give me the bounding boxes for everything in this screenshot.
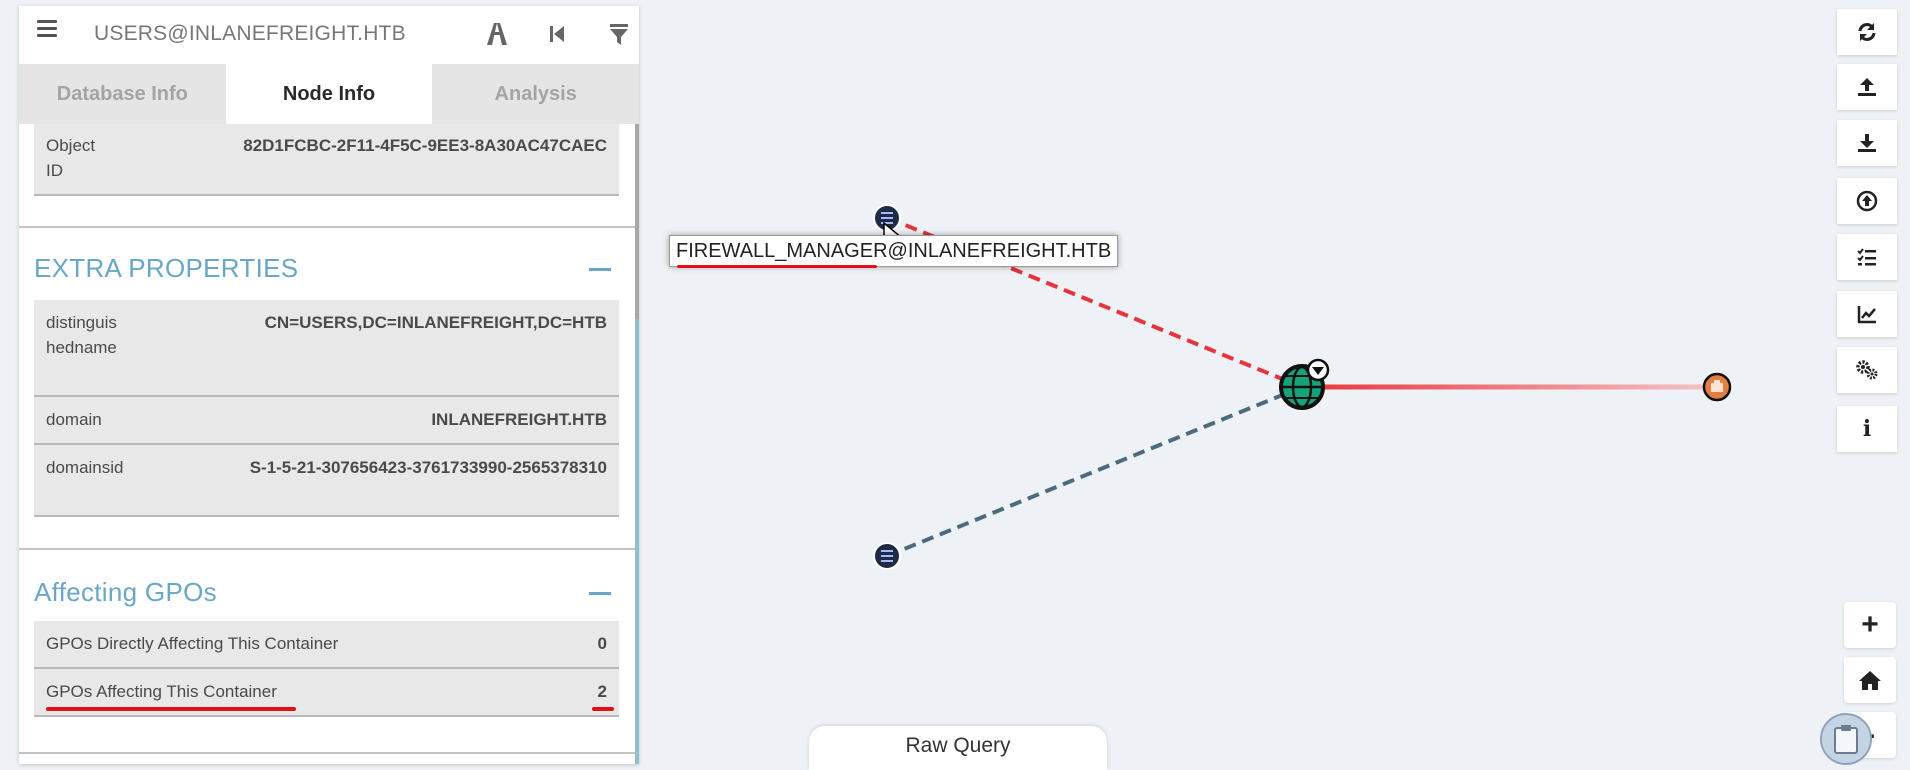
property-value: 0	[597, 634, 607, 653]
tab-database-info[interactable]: Database Info	[19, 64, 226, 124]
about-button[interactable]: i	[1837, 406, 1897, 452]
group-node-bottom[interactable]	[873, 542, 901, 570]
clipboard-button[interactable]	[1820, 713, 1872, 765]
task-list-icon	[1857, 248, 1876, 266]
clipboard-icon	[1834, 725, 1858, 754]
property-key: Object ID	[46, 136, 96, 180]
edge-red-dashed[interactable]	[887, 216, 1303, 389]
annotation-underline	[46, 707, 296, 711]
domain-node-globe-icon[interactable]	[1279, 358, 1330, 410]
node-info-content: Object ID 82D1FCBC-2F11-4F5C-9EE3-8A30AC…	[19, 124, 635, 764]
raw-query-toggle[interactable]: Raw Query	[809, 726, 1107, 770]
annotation-underline	[677, 265, 877, 268]
property-row-object-id: Object ID 82D1FCBC-2F11-4F5C-9EE3-8A30AC…	[34, 124, 619, 196]
section-title-affecting-gpos: Affecting GPOs	[34, 577, 217, 607]
section-divider	[19, 548, 635, 550]
filter-icon[interactable]	[605, 20, 633, 48]
property-value: CN=USERS,DC=INLANEFREIGHT,DC=HTB	[264, 313, 607, 332]
node-info-panel: USERS@INLANEFREIGHT.HTB Database Info No…	[19, 6, 639, 764]
collapse-affecting-gpos-icon[interactable]	[589, 592, 611, 595]
info-icon: i	[1862, 416, 1872, 442]
property-key: domain	[46, 410, 102, 429]
download-button[interactable]	[1837, 120, 1897, 166]
property-value: S-1-5-21-307656423-3761733990-2565378310	[249, 458, 607, 477]
property-key: distinguishedname	[46, 313, 117, 357]
settings-button[interactable]	[1837, 347, 1897, 393]
refresh-button[interactable]	[1837, 9, 1897, 55]
tab-bar: Database Info Node Info Analysis	[19, 64, 639, 124]
property-value: 2	[597, 682, 607, 701]
zoom-in-button[interactable]: +	[1844, 602, 1896, 648]
home-button[interactable]	[1844, 657, 1896, 703]
queries-button[interactable]	[1837, 234, 1897, 280]
settings-icon	[1856, 360, 1878, 380]
upload-button[interactable]	[1837, 64, 1897, 110]
section-title-extra-properties: EXTRA PROPERTIES	[34, 253, 299, 283]
tab-node-info[interactable]: Node Info	[225, 64, 433, 124]
section-divider	[19, 226, 635, 228]
property-row-domain: domain INLANEFREIGHT.HTB	[34, 397, 619, 445]
tab-analysis[interactable]: Analysis	[432, 64, 639, 124]
chart-line-icon	[1857, 306, 1876, 324]
circle-up-icon	[1856, 190, 1878, 212]
home-icon	[1859, 671, 1881, 690]
back-icon[interactable]	[543, 20, 571, 48]
ou-node-briefcase-icon[interactable]	[1702, 372, 1732, 402]
scrollbar-thumb[interactable]	[635, 124, 639, 319]
mouse-cursor-icon	[883, 221, 905, 252]
annotation-underline	[592, 707, 614, 711]
search-input[interactable]: USERS@INLANEFREIGHT.HTB	[94, 22, 406, 46]
property-key: GPOs Affecting This Container	[46, 682, 277, 701]
section-divider	[19, 752, 635, 754]
upload-icon	[1858, 78, 1876, 96]
property-row-distinguishedname: distinguishedname CN=USERS,DC=INLANEFREI…	[34, 300, 619, 397]
chart-button[interactable]	[1837, 291, 1897, 337]
search-bar: USERS@INLANEFREIGHT.HTB	[19, 6, 639, 65]
collapse-extra-properties-icon[interactable]	[589, 268, 611, 271]
pathfinding-icon[interactable]	[483, 20, 511, 48]
group-node-top[interactable]	[873, 204, 901, 232]
plus-icon: +	[1861, 608, 1879, 641]
hamburger-menu-icon[interactable]	[37, 20, 57, 38]
download-icon	[1858, 134, 1876, 152]
property-value: INLANEFREIGHT.HTB	[431, 410, 607, 429]
edge-blue-dashed[interactable]	[886, 385, 1303, 558]
import-button[interactable]	[1837, 178, 1897, 224]
property-row-domainsid: domainsid S-1-5-21-307656423-3761733990-…	[34, 445, 619, 517]
refresh-icon	[1858, 23, 1876, 41]
node-label-firewall-manager: FIREWALL_MANAGER@INLANEFREIGHT.HTB	[669, 235, 1119, 267]
property-key: GPOs Directly Affecting This Container	[46, 634, 339, 653]
property-key: domainsid	[46, 458, 124, 477]
property-value: 82D1FCBC-2F11-4F5C-9EE3-8A30AC47CAEC	[243, 136, 607, 155]
property-row-gpos-direct[interactable]: GPOs Directly Affecting This Container 0	[34, 621, 619, 669]
